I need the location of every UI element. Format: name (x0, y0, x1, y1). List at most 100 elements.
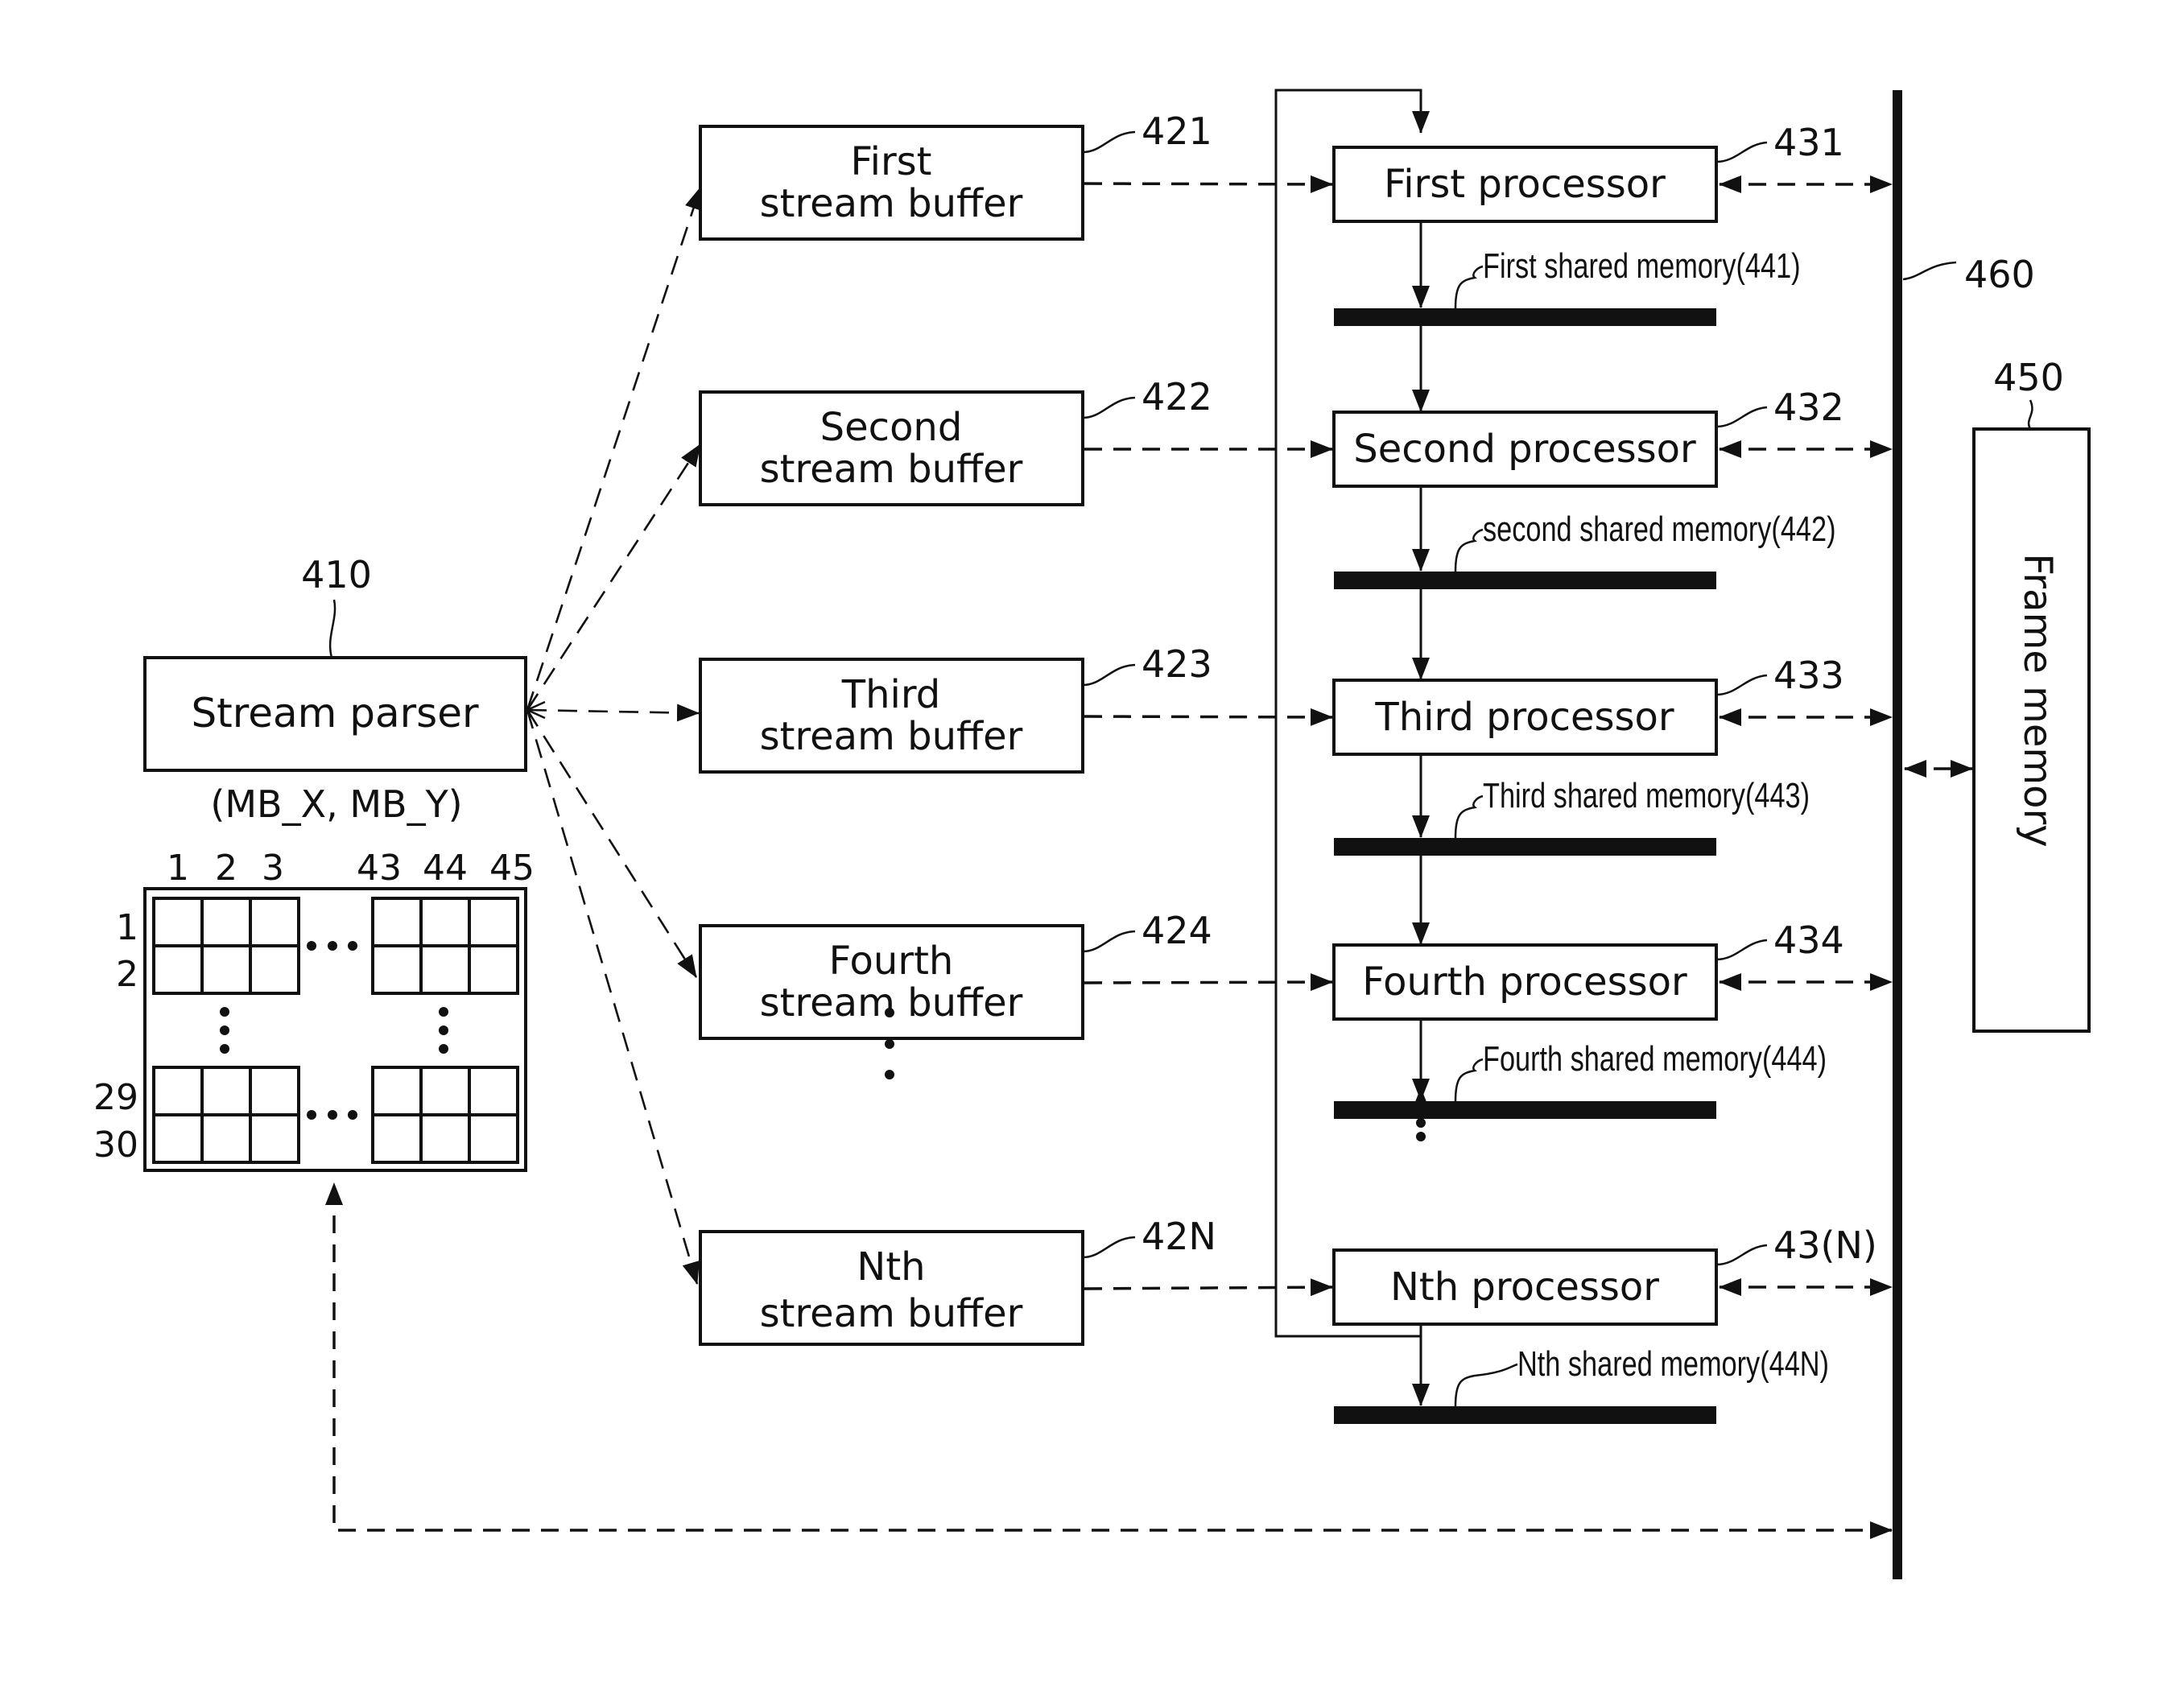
stream-buffer-ref-leader (1082, 930, 1136, 953)
parser-to-buffer-arrow-2 (526, 444, 702, 711)
bus-ref: 460 (1964, 253, 2035, 296)
shared-memory-label: second shared memory(442) (1483, 510, 1836, 549)
ellipsis-dot (1416, 1132, 1426, 1141)
ellipsis-dot (439, 1026, 448, 1035)
processor-ref: 43(N) (1773, 1224, 1877, 1267)
shared-memory-label: Nth shared memory(44N) (1517, 1344, 1829, 1384)
processor-ref-leader (1715, 674, 1768, 696)
stream-buffer-label-line1: Second (820, 405, 963, 450)
shared-memory-bar (1334, 572, 1716, 589)
stream-buffer-label-line1: First (850, 139, 931, 184)
stream-buffer-3: Thirdstream buffer 423 (699, 642, 1333, 774)
stream-buffer-label-line1: Nth (857, 1244, 925, 1290)
col-label: 1 (167, 848, 189, 889)
col-label: 43 (357, 848, 402, 889)
shared-memory-leader (1454, 265, 1484, 309)
row-label: 2 (116, 954, 138, 995)
ellipsis-dot (348, 1110, 357, 1120)
stream-buffer-label-line2: stream buffer (760, 714, 1023, 759)
stream-buffer-ref: 421 (1142, 109, 1212, 153)
stream-buffer-label-line2: stream buffer (760, 181, 1023, 226)
row-label: 29 (93, 1077, 138, 1118)
frame-memory-label: Frame memory (2015, 553, 2060, 847)
ellipsis-dot (885, 1008, 894, 1017)
shared-memory-bar (1334, 1406, 1716, 1424)
multiprocessor-decoder-diagram: Stream parser 410 (MB_X, MB_Y) 1 2 3 43 … (93, 89, 2091, 1579)
stream-parser-ref: 410 (301, 553, 372, 596)
shared-memory-leader (1454, 1058, 1484, 1102)
row-label: 30 (93, 1125, 138, 1166)
ellipsis-dot (1416, 1104, 1426, 1113)
stream-buffer-ref-leader (1082, 396, 1136, 419)
processor-ref: 432 (1773, 386, 1844, 429)
parser-to-buffer-arrow-1 (526, 187, 702, 711)
ellipsis-dot (220, 1026, 229, 1035)
ellipsis-dot (328, 1110, 337, 1120)
stream-buffer-label-line2: stream buffer (760, 447, 1023, 492)
ellipsis-dot (348, 941, 357, 951)
col-label: 3 (262, 848, 284, 889)
processor-ref: 434 (1773, 918, 1844, 962)
stream-buffer-4: Fourthstream buffer 424 (699, 909, 1333, 1040)
processor-label: Third processor (1374, 695, 1674, 740)
ellipsis-dot (307, 941, 316, 951)
processor-label: First processor (1384, 162, 1666, 207)
parser-to-buffer-arrow-3 (526, 704, 700, 722)
stream-buffer-1: Firststream buffer 421 (699, 109, 1333, 241)
shared-memory-label: Third shared memory(443) (1483, 776, 1810, 815)
frame-memory-ref: 450 (1993, 356, 2064, 399)
shared-memory-bar (1334, 838, 1716, 856)
processor-4: Fourth processor 434 Fourth shared memory(… (1332, 918, 1893, 1119)
frame-memory-ref-leader (2027, 399, 2033, 430)
shared-memory-leader (1454, 1363, 1518, 1407)
ellipsis-dot (885, 1070, 894, 1079)
stream-parser-label: Stream parser (191, 690, 479, 737)
stream-buffer-label-line1: Fourth (829, 939, 954, 984)
shared-memory-bar (1334, 1101, 1716, 1119)
stream-buffer-ref: 424 (1142, 909, 1212, 952)
bus-line (1893, 90, 1902, 1579)
processor-ellipsis (1416, 1104, 1426, 1141)
stream-buffer-ref-leader (1082, 663, 1136, 687)
buffer-to-processor-arrow (1084, 708, 1333, 726)
shared-memory-bar (1334, 308, 1716, 326)
processor-ref-leader (1715, 141, 1768, 163)
processor-3: Third processor 433 Third shared memory(44… (1332, 654, 1893, 945)
shared-memory-label: Fourth shared memory(444) (1483, 1039, 1827, 1079)
processor-label: Nth processor (1390, 1265, 1659, 1310)
stream-buffer-5: Nthstream buffer 42N (699, 1215, 1333, 1346)
buffer-to-processor-arrow (1084, 973, 1333, 992)
buffer-to-processor-arrow (1084, 1278, 1333, 1297)
bus-ref-leader (1902, 261, 1957, 281)
row-label: 1 (116, 907, 138, 948)
frame-memory: Frame memory 450 (1904, 356, 2091, 1033)
processor-ref-leader (1715, 406, 1768, 428)
stream-parser-ref-leader (328, 599, 336, 658)
ellipsis-dot (439, 1044, 448, 1054)
ellipsis-dot (885, 1039, 894, 1049)
col-label: 44 (423, 848, 468, 889)
processor-2: Second processor 432 second shared memory(… (1332, 386, 1893, 680)
macroblock-grid: 1 2 3 43 44 45 1 2 29 30 (93, 848, 535, 1172)
stream-buffer-label-line2: stream buffer (760, 1291, 1023, 1336)
ellipsis-dot (307, 1110, 316, 1120)
stream-buffer-ref: 423 (1142, 642, 1212, 686)
processor-ref: 431 (1773, 121, 1844, 164)
coord-label: (MB_X, MB_Y) (210, 782, 462, 826)
ellipsis-dot (439, 1007, 448, 1017)
stream-buffer-ref-leader (1082, 1236, 1136, 1259)
parser-to-buffer-arrow-4 (526, 709, 698, 978)
col-label: 2 (215, 848, 237, 889)
shared-memory-leader (1454, 794, 1484, 839)
ellipsis-dot (328, 941, 337, 951)
stream-parser: Stream parser 410 (MB_X, MB_Y) (143, 553, 527, 826)
processor-ref-leader (1715, 939, 1768, 961)
ellipsis-dot (1416, 1118, 1426, 1128)
processor-ref-leader (1715, 1244, 1768, 1266)
processor-5: Nth processor 43(N) Nth shared memory(44N) (1332, 1224, 1893, 1424)
stream-buffer-2: Secondstream buffer 422 (699, 375, 1333, 506)
shared-memory-leader (1454, 528, 1484, 572)
processor-1: First processor 431 First shared memory(44… (1332, 121, 1893, 412)
processor-label: Second processor (1353, 427, 1696, 472)
ellipsis-dot (220, 1007, 229, 1017)
